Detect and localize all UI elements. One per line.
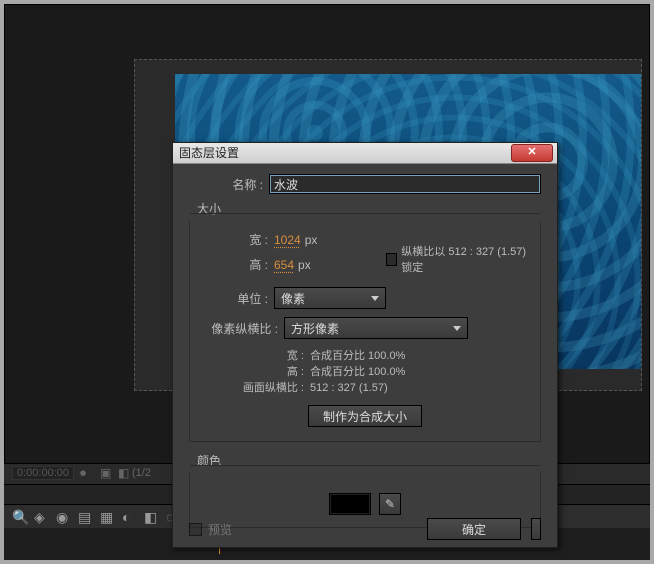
close-button[interactable]: ✕ bbox=[511, 144, 553, 162]
units-select[interactable]: 像素 bbox=[274, 287, 386, 309]
info-height-label: 高 : bbox=[238, 363, 304, 379]
chevron-down-icon bbox=[453, 326, 461, 331]
cancel-button[interactable] bbox=[531, 518, 541, 540]
par-value: 方形像素 bbox=[291, 320, 339, 337]
motion-blur-icon[interactable]: ◉ bbox=[56, 509, 72, 525]
par-label: 像素纵横比 : bbox=[202, 320, 284, 337]
preview-checkbox[interactable] bbox=[189, 523, 202, 536]
info-ratio-label: 画面纵横比 : bbox=[238, 379, 304, 395]
eyedropper-icon: ✎ bbox=[385, 497, 395, 511]
info-width-label: 宽 : bbox=[238, 347, 304, 363]
name-label: 名称 : bbox=[189, 176, 269, 193]
info-width-value: 合成百分比 100.0% bbox=[310, 350, 405, 362]
resolution-label: (1/2 bbox=[132, 467, 151, 479]
lock-aspect-label: 纵横比以 512 : 327 (1.57) 锁定 bbox=[401, 243, 528, 275]
width-unit: px bbox=[305, 233, 318, 247]
cube-icon[interactable]: ◈ bbox=[34, 509, 50, 525]
shy-icon[interactable]: ◧ bbox=[118, 466, 129, 480]
adjustment-icon[interactable]: ◐ bbox=[122, 509, 138, 525]
name-input[interactable] bbox=[269, 174, 541, 194]
width-value[interactable]: 1024 bbox=[274, 233, 301, 247]
solid-settings-dialog: 固态层设置 ✕ 名称 : 大小 宽 : 1024 px bbox=[172, 142, 558, 548]
units-label: 单位 : bbox=[202, 290, 274, 307]
color-swatch[interactable] bbox=[329, 493, 371, 515]
graph-icon[interactable]: ▤ bbox=[78, 509, 94, 525]
timecode-field[interactable]: 0:00:00:00 bbox=[12, 466, 74, 480]
height-value[interactable]: 654 bbox=[274, 258, 294, 272]
info-height-value: 合成百分比 100.0% bbox=[310, 366, 405, 378]
dialog-title: 固态层设置 bbox=[179, 146, 239, 160]
width-label: 宽 : bbox=[202, 231, 274, 248]
collapse-icon[interactable]: ◧ bbox=[144, 509, 160, 525]
par-select[interactable]: 方形像素 bbox=[284, 317, 468, 339]
height-unit: px bbox=[298, 258, 311, 272]
eyedropper-button[interactable]: ✎ bbox=[379, 493, 401, 515]
search-icon[interactable]: 🔍 bbox=[12, 509, 28, 525]
lock-aspect-checkbox[interactable] bbox=[386, 253, 397, 266]
size-group: 宽 : 1024 px 高 : 654 px 纵横比以 512 : 327 (1… bbox=[189, 221, 541, 442]
preview-label: 预览 bbox=[208, 521, 232, 538]
dialog-titlebar[interactable]: 固态层设置 ✕ bbox=[173, 143, 557, 164]
chevron-down-icon bbox=[371, 296, 379, 301]
height-label: 高 : bbox=[202, 256, 274, 273]
camera-icon[interactable]: ⏺ bbox=[80, 466, 86, 481]
person-icon[interactable]: ▣ bbox=[100, 466, 111, 480]
info-ratio-value: 512 : 327 (1.57) bbox=[310, 382, 388, 394]
make-comp-size-button[interactable]: 制作为合成大小 bbox=[308, 405, 422, 427]
ok-button[interactable]: 确定 bbox=[427, 518, 521, 540]
frame-blend-icon[interactable]: ▦ bbox=[100, 509, 116, 525]
units-value: 像素 bbox=[281, 290, 305, 307]
